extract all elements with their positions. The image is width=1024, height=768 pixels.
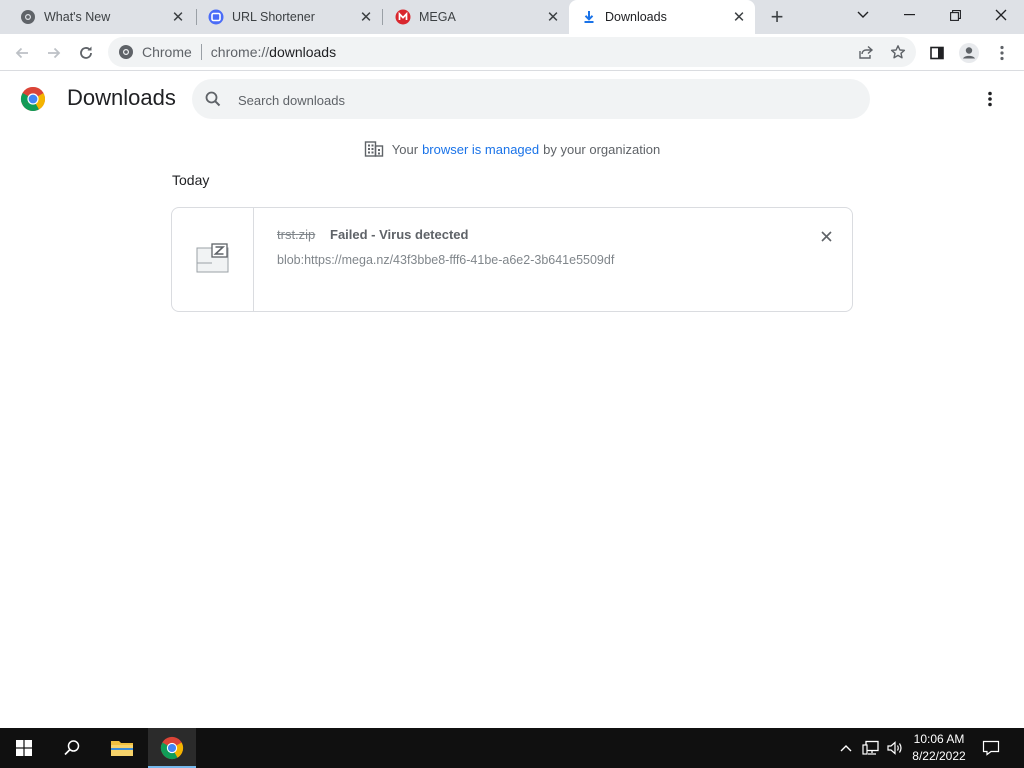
- bookmark-star-icon[interactable]: [887, 41, 909, 63]
- zip-file-icon: [196, 243, 230, 275]
- taskbar-search-button[interactable]: [48, 728, 96, 768]
- forward-button[interactable]: [40, 39, 68, 67]
- download-icon-column: [172, 208, 254, 311]
- download-source-url[interactable]: blob:https://mega.nz/43f3bbe8-fff6-41be-…: [277, 253, 614, 267]
- tab-strip: What's New ✕ URL Shortener ✕ MEGA ✕ Down…: [0, 0, 1024, 34]
- tab-search-chevron-icon[interactable]: [840, 0, 886, 30]
- browser-managed-link[interactable]: browser is managed: [422, 142, 539, 157]
- chrome-gear-icon: [119, 45, 133, 59]
- profile-avatar-icon: [959, 43, 979, 63]
- new-tab-button[interactable]: +: [764, 4, 790, 30]
- managed-prefix: Your: [391, 141, 419, 157]
- tab-url-shortener[interactable]: URL Shortener ✕: [196, 0, 382, 34]
- mega-icon: [395, 9, 411, 25]
- notification-icon: [982, 740, 1000, 756]
- network-button[interactable]: [860, 728, 882, 768]
- search-icon: [64, 740, 80, 756]
- close-tab-icon[interactable]: ✕: [358, 9, 374, 26]
- url-text: chrome://downloads: [210, 44, 337, 60]
- date-heading: Today: [172, 172, 210, 188]
- side-panel-icon: [930, 46, 944, 60]
- reload-button[interactable]: [72, 39, 100, 67]
- download-file-name[interactable]: trst.zip: [277, 227, 315, 242]
- downloads-header: Downloads: [0, 71, 1024, 127]
- chevron-up-icon: [840, 745, 852, 752]
- volume-button[interactable]: [884, 728, 906, 768]
- chrome-logo-icon: [20, 86, 46, 112]
- tab-downloads[interactable]: Downloads ✕: [569, 0, 755, 34]
- tab-mega[interactable]: MEGA ✕: [383, 0, 569, 34]
- chrome-logo-icon: [160, 736, 184, 760]
- tab-title: What's New: [44, 10, 111, 24]
- page-title: Downloads: [67, 85, 176, 110]
- address-bar[interactable]: Chrome chrome://downloads: [108, 37, 916, 67]
- kebab-menu-icon: [988, 91, 992, 107]
- download-item: trst.zip Failed - Virus detected blob:ht…: [171, 207, 853, 312]
- back-arrow-icon: [15, 47, 28, 59]
- close-tab-icon[interactable]: ✕: [731, 9, 747, 26]
- network-icon: [862, 740, 879, 755]
- tab-title: MEGA: [419, 10, 456, 24]
- restore-button[interactable]: [932, 0, 978, 30]
- side-panel-button[interactable]: [923, 39, 951, 67]
- close-tab-icon[interactable]: ✕: [170, 9, 186, 26]
- tab-whats-new[interactable]: What's New ✕: [8, 0, 194, 34]
- speaker-icon: [887, 741, 902, 755]
- search-input[interactable]: [236, 79, 840, 121]
- browser-toolbar: Chrome chrome://downloads: [0, 34, 1024, 71]
- clock-time: 10:06 AM: [913, 732, 965, 746]
- forward-arrow-icon: [48, 47, 61, 59]
- taskbar-clock[interactable]: 10:06 AM 8/22/2022: [906, 731, 972, 767]
- download-arrow-icon: [581, 9, 597, 25]
- windows-logo-icon: [16, 740, 32, 756]
- downloads-more-actions-button[interactable]: [978, 87, 1002, 111]
- tab-title: Downloads: [605, 10, 667, 24]
- chrome-menu-button[interactable]: [988, 39, 1016, 67]
- omnibox-divider: [200, 44, 202, 60]
- tab-title: URL Shortener: [232, 10, 315, 24]
- clock-date: 8/22/2022: [912, 749, 966, 763]
- close-icon: [820, 230, 832, 242]
- start-button[interactable]: [0, 728, 48, 768]
- reload-icon: [80, 46, 92, 59]
- search-icon: [204, 90, 222, 108]
- close-tab-icon[interactable]: ✕: [545, 9, 561, 26]
- managed-notice: Your browser is managed by your organiza…: [0, 138, 1024, 160]
- url-shortener-icon: [208, 9, 224, 25]
- close-window-button[interactable]: [978, 0, 1024, 30]
- profile-button[interactable]: [955, 39, 983, 67]
- download-status: Failed - Virus detected: [330, 227, 469, 242]
- chrome-taskbar-button[interactable]: [148, 728, 196, 768]
- file-explorer-button[interactable]: [98, 728, 146, 768]
- remove-download-button[interactable]: [815, 225, 837, 247]
- managed-suffix: by your organization: [543, 141, 661, 157]
- chrome-gear-icon: [20, 9, 36, 25]
- notifications-button[interactable]: [978, 728, 1004, 768]
- back-button[interactable]: [8, 39, 36, 67]
- show-hidden-icons-button[interactable]: [836, 728, 856, 768]
- share-icon[interactable]: [855, 41, 877, 63]
- minimize-button[interactable]: [886, 0, 932, 30]
- search-downloads-bar[interactable]: [192, 79, 870, 121]
- kebab-menu-icon: [1000, 45, 1004, 61]
- site-label: Chrome: [142, 44, 192, 60]
- site-info-chip[interactable]: Chrome: [118, 44, 192, 60]
- windows-taskbar: 10:06 AM 8/22/2022: [0, 728, 1024, 768]
- building-icon: [364, 140, 384, 158]
- folder-icon: [111, 741, 133, 756]
